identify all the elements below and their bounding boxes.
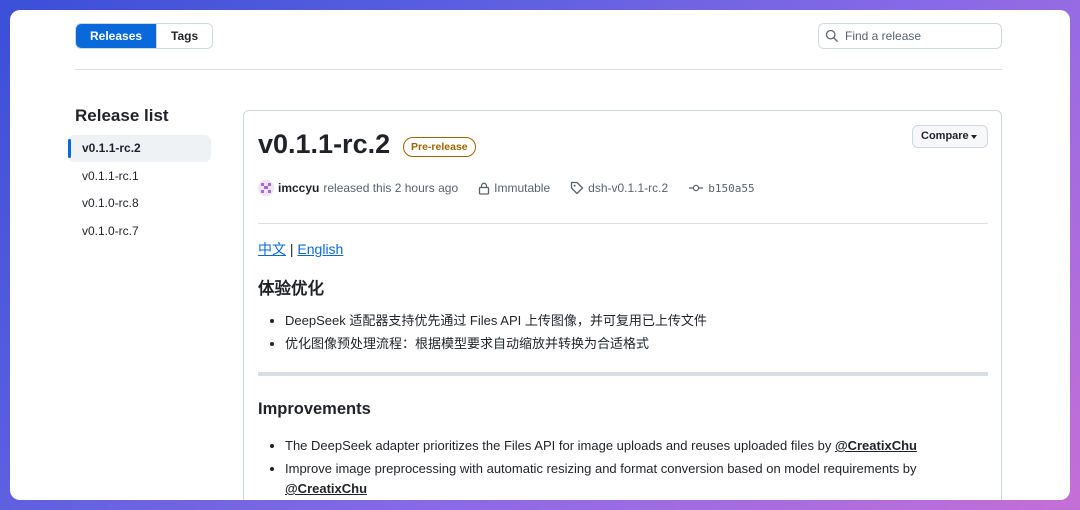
list-item-text: Improve image preprocessing with automat…	[285, 461, 917, 476]
en-list: The DeepSeek adapter prioritizes the Fil…	[258, 434, 988, 499]
meta-divider	[258, 223, 988, 224]
compare-label: Compare	[921, 130, 969, 142]
mention-link[interactable]: @CreatixChu	[835, 438, 917, 453]
caret-down-icon	[971, 135, 977, 139]
search-input[interactable]	[845, 29, 995, 43]
list-item: Improve image preprocessing with automat…	[285, 459, 988, 499]
lang-en-link[interactable]: English	[297, 241, 343, 257]
avatar[interactable]	[258, 180, 274, 196]
released-time: released this 2 hours ago	[323, 181, 459, 195]
release-list-item[interactable]: v0.1.0-rc.7	[68, 218, 211, 245]
release-search[interactable]	[818, 23, 1002, 49]
identicon-icon	[261, 183, 271, 193]
prerelease-badge: Pre-release	[403, 137, 476, 157]
compare-button[interactable]: Compare	[912, 125, 988, 148]
release-notes: 中文 | English 体验优化 DeepSeek 适配器支持优先通过 Fil…	[258, 239, 988, 499]
mention-link[interactable]: @CreatixChu	[285, 481, 367, 496]
search-icon	[825, 29, 838, 42]
list-item: DeepSeek 适配器支持优先通过 Files API 上传图像，并可复用已上…	[285, 309, 988, 332]
lock-icon	[478, 182, 490, 195]
tab-tags[interactable]: Tags	[156, 24, 213, 48]
release-list: v0.1.1-rc.2 v0.1.1-rc.1 v0.1.0-rc.8 v0.1…	[68, 135, 211, 245]
release-window: Releases Tags Release list v0.1.1-rc.2 v…	[10, 10, 1070, 500]
list-item-text: The DeepSeek adapter prioritizes the Fil…	[285, 438, 835, 453]
release-list-item[interactable]: v0.1.0-rc.8	[68, 190, 211, 217]
zh-list: DeepSeek 适配器支持优先通过 Files API 上传图像，并可复用已上…	[258, 309, 988, 355]
tag-link[interactable]: dsh-v0.1.1-rc.2	[588, 181, 668, 195]
releases-tags-toggle: Releases Tags	[75, 23, 214, 49]
release-list-item[interactable]: v0.1.1-rc.2	[68, 135, 211, 162]
release-meta: imccyu released this 2 hours ago Immutab…	[258, 179, 755, 197]
release-title[interactable]: v0.1.1-rc.2	[258, 129, 390, 160]
language-switch: 中文 | English	[258, 239, 988, 259]
immutable-label: Immutable	[494, 181, 551, 195]
lang-separator: |	[289, 241, 294, 257]
list-item: 优化图像预处理流程：根据模型要求自动缩放并转换为合适格式	[285, 332, 988, 355]
list-item: The DeepSeek adapter prioritizes the Fil…	[285, 434, 988, 457]
header-divider	[75, 69, 1002, 70]
lang-zh-link[interactable]: 中文	[258, 241, 286, 257]
commit-link[interactable]: b150a55	[708, 182, 754, 195]
author-link[interactable]: imccyu	[278, 181, 319, 195]
section-divider	[258, 372, 988, 376]
commit-icon	[688, 182, 704, 194]
release-card: v0.1.1-rc.2 Pre-release Compare imccyu r…	[243, 110, 1002, 500]
release-list-item[interactable]: v0.1.1-rc.1	[68, 163, 211, 190]
zh-heading: 体验优化	[258, 280, 324, 298]
release-list-title: Release list	[75, 106, 169, 125]
tab-releases[interactable]: Releases	[76, 24, 157, 48]
en-heading: Improvements	[258, 400, 371, 418]
tag-icon	[570, 181, 584, 195]
